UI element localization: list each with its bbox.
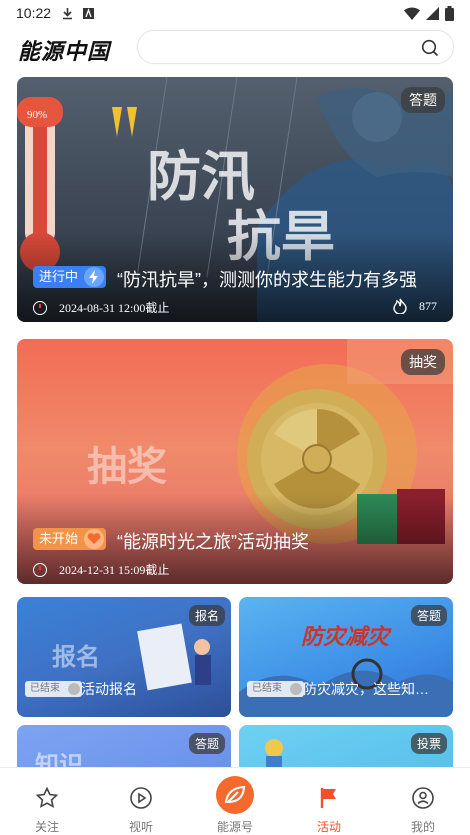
deadline-text: 2024-08-31 12:00截止 bbox=[59, 301, 170, 315]
status-badge: 进行中 bbox=[33, 266, 107, 288]
banner-word: 报名 bbox=[52, 643, 100, 671]
fire-icon bbox=[393, 298, 407, 314]
tab-energy-account[interactable]: 能源号 bbox=[195, 768, 275, 835]
status-badge-label: 未开始 bbox=[39, 531, 79, 546]
status-badge: 未开始 bbox=[33, 528, 107, 550]
activity-type-tag: 报名 bbox=[188, 605, 225, 626]
play-icon bbox=[130, 787, 152, 809]
star-icon bbox=[35, 786, 59, 808]
tab-activity[interactable]: 活动 bbox=[289, 768, 369, 835]
status-badge-label: 进行中 bbox=[39, 269, 79, 284]
tab-media[interactable]: 视听 bbox=[101, 768, 181, 835]
deadline-row: 2024-08-31 12:00截止 bbox=[33, 299, 169, 316]
tab-label: 关注 bbox=[34, 820, 59, 834]
activity-card-lottery[interactable]: 抽奖 抽奖 未开始 “能源时光之旅”活动抽奖 2024-12-31 15:09截… bbox=[17, 339, 453, 584]
vote-illustration bbox=[265, 739, 283, 770]
status-badge-label: 已结束 bbox=[252, 683, 282, 694]
banner-word-lottery: 抽奖 bbox=[87, 444, 167, 490]
clock-icon bbox=[33, 300, 47, 315]
tab-label: 我的 bbox=[410, 820, 435, 834]
leaf-icon bbox=[216, 776, 254, 814]
activity-card-flood[interactable]: 90% 防汛 抗旱 答题 进行中 “防汛抗旱”，测测你的求生能力有多强 2024… bbox=[17, 77, 453, 322]
activity-type-tag: 投票 bbox=[410, 733, 447, 754]
status-knob-icon bbox=[290, 683, 302, 695]
user-icon bbox=[412, 787, 434, 809]
clock-icon bbox=[33, 562, 47, 577]
bottom-tab-bar: 关注 视听 能源号 活动 我的 bbox=[0, 767, 470, 835]
hot-count-value: 877 bbox=[419, 298, 437, 313]
deadline-text: 2024-12-31 15:09截止 bbox=[59, 563, 170, 577]
banner-word: 防灾减灾 bbox=[301, 625, 390, 650]
download-icon bbox=[63, 7, 73, 19]
battery-icon bbox=[445, 5, 454, 21]
status-knob-icon bbox=[68, 683, 80, 695]
thermometer-label: 90% bbox=[27, 109, 48, 121]
lightning-icon bbox=[84, 267, 105, 287]
app-notification-icon bbox=[83, 7, 95, 19]
status-badge: 已结束 bbox=[247, 681, 304, 697]
signal-icon bbox=[426, 6, 439, 20]
tab-label: 视听 bbox=[128, 820, 153, 834]
search-icon bbox=[421, 39, 439, 57]
activity-title: “能源时光之旅”活动抽奖 bbox=[117, 532, 309, 552]
app-logo: 能源中国 bbox=[18, 39, 111, 65]
search-input[interactable] bbox=[137, 30, 454, 64]
heart-icon bbox=[84, 529, 105, 549]
activity-card-signup[interactable]: 报名 报名 已结束 活动报名 bbox=[17, 597, 231, 717]
app-screen: 10:22 能源中国 90% 防汛 抗 bbox=[0, 0, 470, 835]
activity-type-tag: 抽奖 bbox=[401, 349, 445, 375]
activity-type-tag: 答题 bbox=[188, 733, 225, 754]
flag-icon bbox=[320, 788, 336, 808]
deadline-row: 2024-12-31 15:09截止 bbox=[33, 561, 169, 578]
status-bar: 10:22 bbox=[0, 0, 470, 26]
activity-type-tag: 答题 bbox=[401, 87, 445, 113]
wifi-icon bbox=[404, 6, 420, 20]
activity-title: “防汛抗旱”，测测你的求生能力有多强 bbox=[117, 270, 417, 290]
status-badge: 已结束 bbox=[25, 681, 82, 697]
activity-title: 活动报名 bbox=[81, 681, 137, 697]
signup-illustration bbox=[137, 623, 211, 691]
tab-follow[interactable]: 关注 bbox=[7, 768, 87, 835]
status-time: 10:22 bbox=[16, 5, 52, 21]
status-badge-label: 已结束 bbox=[30, 683, 60, 694]
activity-type-tag: 答题 bbox=[410, 605, 447, 626]
hot-count: 877 bbox=[393, 298, 437, 314]
top-header: 能源中国 bbox=[0, 28, 470, 68]
tab-mine[interactable]: 我的 bbox=[383, 768, 463, 835]
tab-label: 能源号 bbox=[216, 820, 253, 834]
activity-card-disaster[interactable]: 防灾减灾 答题 已结束 防灾减灾，这些知… bbox=[239, 597, 453, 717]
activity-title: 防灾减灾，这些知… bbox=[303, 681, 429, 697]
tab-label: 活动 bbox=[316, 820, 341, 834]
